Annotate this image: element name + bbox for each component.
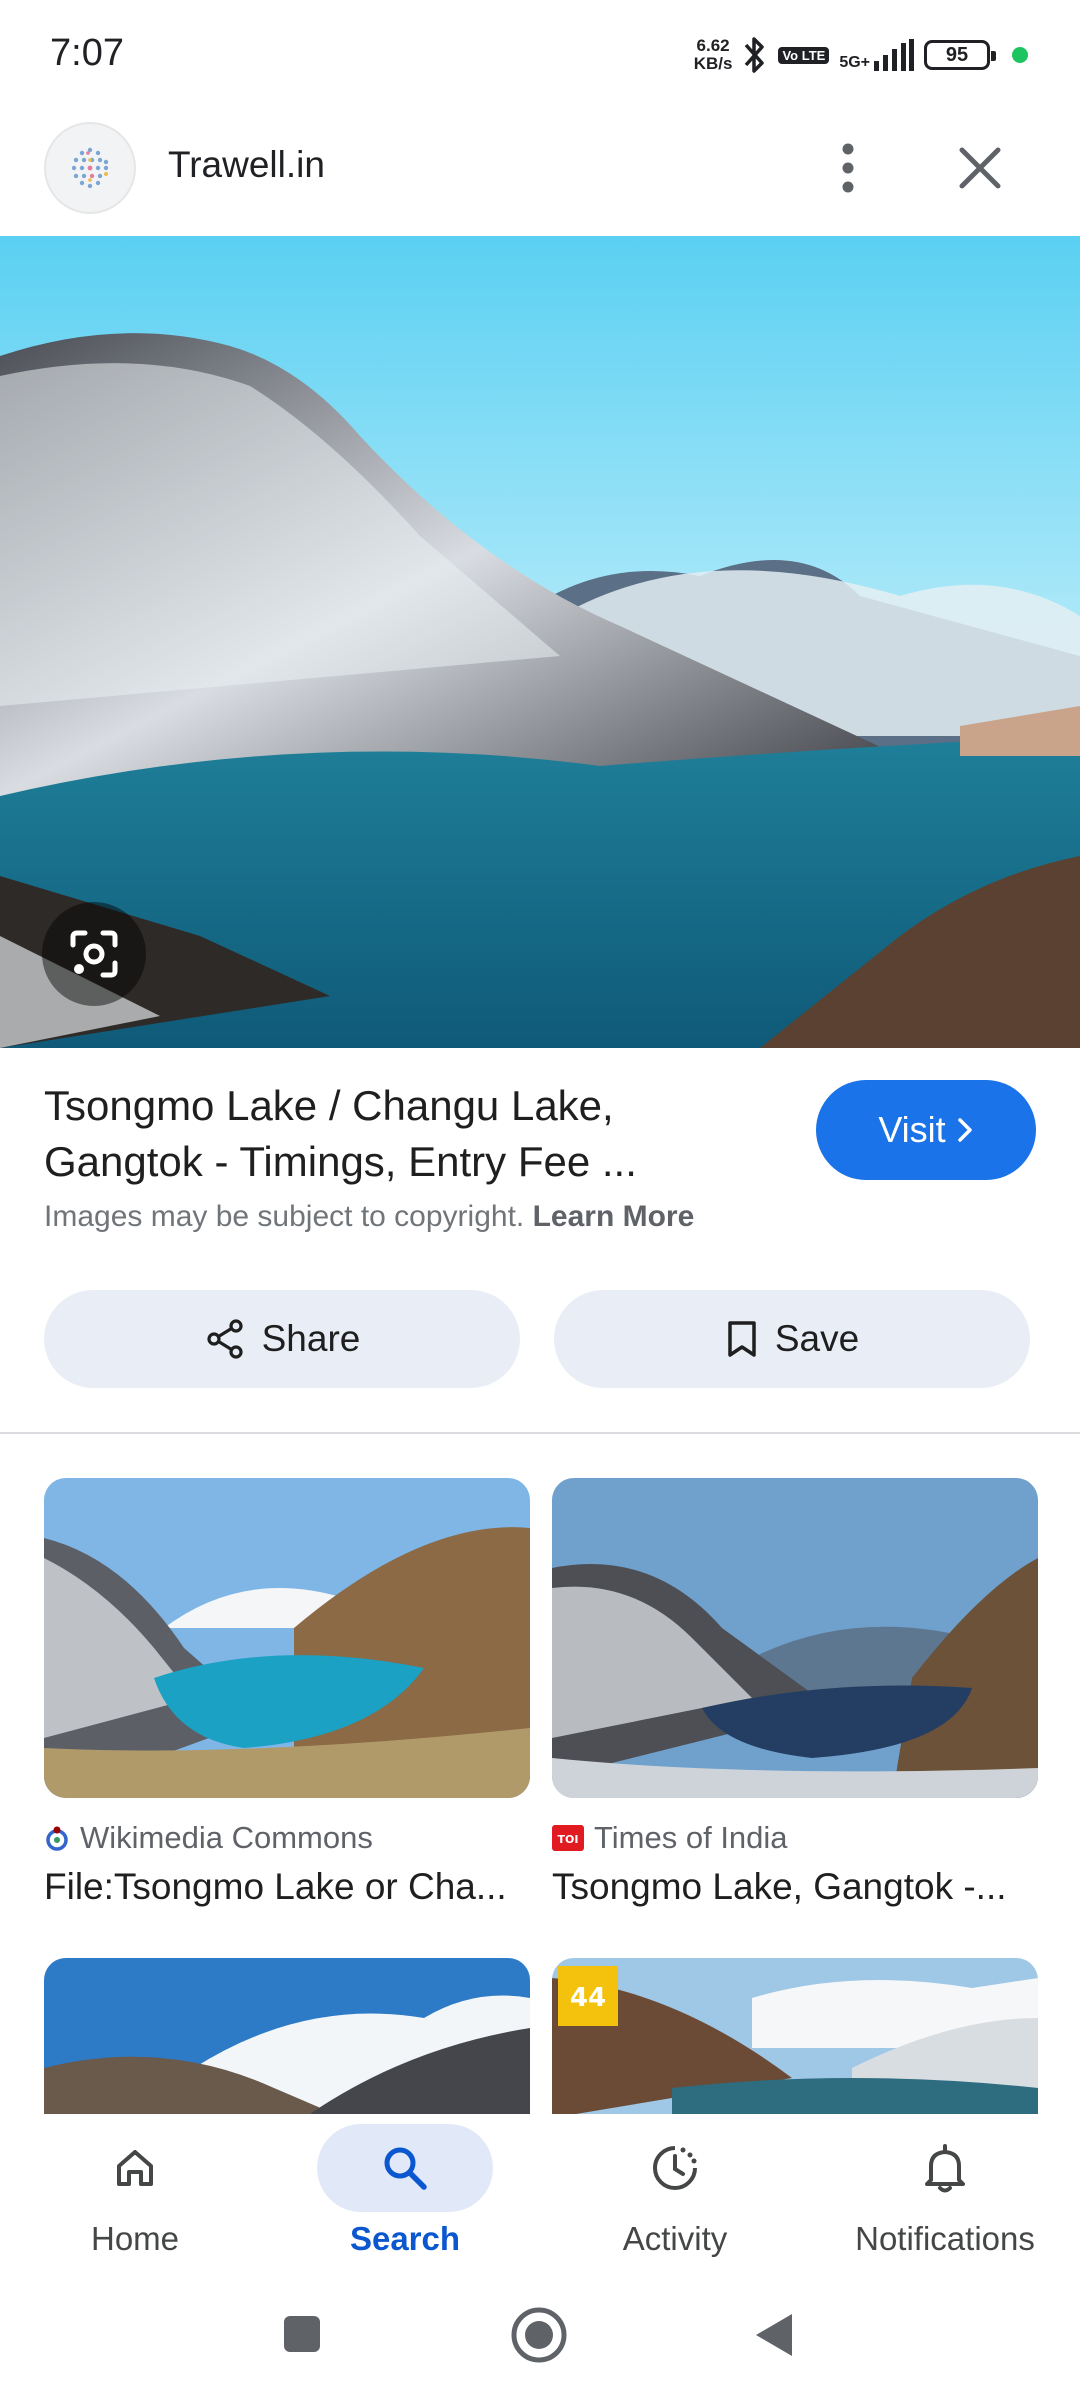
source-row: TOI Times of India — [552, 1820, 1038, 1856]
signal-group: 5G+ — [839, 39, 914, 71]
thumbnail-badge: 44 — [570, 1983, 606, 2013]
network-speed: 6.62 KB/s — [693, 36, 733, 73]
nav-label: Search — [349, 2220, 461, 2257]
bottom-navigation: Home Search Activity Notifications — [0, 2114, 1080, 2274]
site-logo-globe-icon — [71, 147, 109, 189]
more-vert-icon — [842, 143, 854, 193]
learn-more-link[interactable]: Learn More — [533, 1200, 695, 1233]
visit-button[interactable]: Visit — [816, 1080, 1036, 1180]
status-icons: 6.62 KB/s Vo LTE 5G+ 95 — [694, 30, 1028, 80]
more-options-button[interactable] — [820, 138, 876, 198]
bell-icon — [925, 2144, 965, 2193]
copyright-notice: Images may be subject to copyright. Lear… — [44, 1200, 695, 1233]
mountain-thumbnail-image — [44, 1958, 530, 2118]
lake-thumbnail-image: 44 — [552, 1958, 1038, 2118]
lake-thumbnail-image — [552, 1478, 1038, 1798]
bluetooth-icon — [745, 37, 765, 73]
related-image-card[interactable]: TOI Times of India Tsongmo Lake, Gangtok… — [552, 1478, 1038, 1908]
related-thumbnail[interactable] — [44, 1478, 530, 1798]
nav-home[interactable]: Home — [0, 2114, 270, 2274]
lens-icon — [70, 930, 118, 978]
source-row: Wikimedia Commons — [44, 1820, 530, 1856]
wikimedia-icon — [46, 1826, 68, 1851]
related-thumbnail[interactable] — [552, 1478, 1038, 1798]
related-thumbnail[interactable]: 44 — [552, 1958, 1038, 2118]
card-title[interactable]: File:Tsongmo Lake or Cha... — [44, 1866, 530, 1908]
lake-thumbnail-image — [44, 1478, 530, 1798]
divider — [0, 1432, 1080, 1434]
svg-text:TOI: TOI — [558, 1833, 579, 1846]
recents-icon[interactable] — [282, 2314, 322, 2354]
card-title[interactable]: Tsongmo Lake, Gangtok -... — [552, 1866, 1038, 1908]
close-icon — [959, 147, 1001, 189]
nav-notifications[interactable]: Notifications — [810, 2114, 1080, 2274]
nav-label: Home — [90, 2220, 180, 2257]
home-icon — [117, 2150, 153, 2186]
search-icon — [384, 2147, 427, 2190]
close-button[interactable] — [950, 138, 1010, 198]
battery-level: 95 — [945, 43, 969, 66]
battery-icon: 95 — [924, 40, 996, 70]
status-time: 7:07 — [50, 32, 124, 74]
signal-icon — [874, 39, 914, 71]
header: Trawell.in — [0, 110, 1080, 236]
google-lens-button[interactable] — [42, 902, 146, 1006]
site-logo-icon[interactable] — [44, 122, 136, 214]
network-type: 5G+ — [839, 54, 870, 71]
back-icon[interactable] — [752, 2310, 796, 2360]
nav-search[interactable]: Search — [270, 2114, 540, 2274]
result-title[interactable]: Tsongmo Lake / Changu Lake, Gangtok - Ti… — [44, 1078, 764, 1190]
nav-label: Activity — [622, 2220, 728, 2257]
nav-label: Notifications — [855, 2220, 1035, 2257]
chevron-right-icon — [957, 1118, 972, 1142]
home-circle-icon[interactable] — [510, 2306, 568, 2364]
privacy-indicator — [1012, 47, 1028, 63]
volte-badge: Vo LTE — [778, 46, 830, 64]
system-navigation-bar — [0, 2274, 1080, 2400]
related-thumbnail[interactable] — [44, 1958, 530, 2118]
save-button[interactable]: Save — [554, 1290, 1030, 1388]
preview-image[interactable] — [0, 236, 1080, 1048]
site-name[interactable]: Trawell.in — [168, 144, 325, 186]
bookmark-icon — [728, 1321, 756, 1357]
lake-landscape-image — [0, 236, 1080, 1048]
nav-activity[interactable]: Activity — [540, 2114, 810, 2274]
related-image-card[interactable]: Wikimedia Commons File:Tsongmo Lake or C… — [44, 1478, 530, 1908]
activity-icon — [653, 2146, 697, 2190]
share-button[interactable]: Share — [44, 1290, 520, 1388]
status-bar: 7:07 6.62 KB/s Vo LTE 5G+ 95 — [0, 0, 1080, 110]
share-icon — [207, 1319, 243, 1359]
toi-icon: TOI — [552, 1825, 584, 1851]
